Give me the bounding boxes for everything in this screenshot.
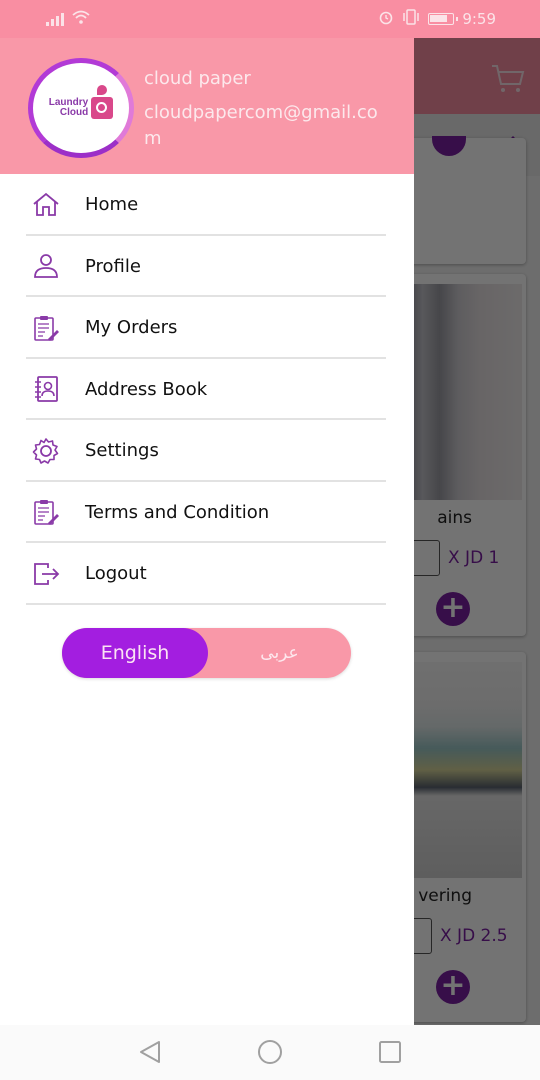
- language-toggle: English عربى: [62, 628, 351, 678]
- drawer-menu: Home Profile My Orders Address Book Sett…: [0, 174, 414, 605]
- menu-item-terms[interactable]: Terms and Condition: [0, 482, 414, 544]
- user-icon: [32, 252, 60, 280]
- signal-icon: [46, 12, 64, 26]
- alarm-icon: [378, 9, 394, 29]
- drop-icon: [97, 85, 107, 95]
- system-nav-bar: [0, 1025, 540, 1080]
- menu-label: Profile: [85, 255, 141, 277]
- menu-label: Home: [85, 194, 139, 216]
- menu-label: Terms and Condition: [85, 501, 270, 523]
- logout-icon: [32, 560, 60, 588]
- recents-icon[interactable]: [377, 1039, 403, 1065]
- language-option-arabic[interactable]: عربى: [208, 628, 351, 678]
- menu-label: My Orders: [85, 317, 178, 339]
- navigation-drawer: Laundry Cloud cloud paper cloudpapercom@…: [0, 38, 414, 1025]
- back-icon[interactable]: [137, 1039, 163, 1065]
- clipboard-icon: [32, 314, 60, 342]
- status-time: 9:59: [462, 10, 496, 28]
- menu-item-profile[interactable]: Profile: [0, 236, 414, 298]
- user-name: cloud paper: [144, 68, 251, 89]
- menu-item-logout[interactable]: Logout: [0, 543, 414, 605]
- logo-line-2: Cloud: [59, 107, 89, 118]
- menu-item-home[interactable]: Home: [0, 174, 414, 236]
- status-bar: 9:59: [0, 0, 540, 38]
- menu-label: Address Book: [85, 378, 208, 400]
- menu-item-settings[interactable]: Settings: [0, 420, 414, 482]
- battery-icon: [428, 13, 459, 25]
- home-circle-icon[interactable]: [257, 1039, 283, 1065]
- vibrate-icon: [402, 9, 420, 29]
- menu-label: Settings: [85, 440, 159, 462]
- gear-icon: [32, 437, 60, 465]
- home-icon: [32, 191, 60, 219]
- wifi-icon: [72, 10, 90, 28]
- language-option-english[interactable]: English: [62, 628, 208, 678]
- avatar[interactable]: Laundry Cloud: [28, 58, 134, 158]
- user-email: cloudpapercom@gmail.com: [144, 102, 378, 149]
- logo-text: Laundry Cloud: [49, 98, 88, 118]
- menu-item-my-orders[interactable]: My Orders: [0, 297, 414, 359]
- drawer-header: Laundry Cloud cloud paper cloudpapercom@…: [0, 38, 414, 174]
- menu-item-address-book[interactable]: Address Book: [0, 359, 414, 421]
- address-book-icon: [32, 375, 60, 403]
- menu-label: Logout: [85, 563, 147, 585]
- clipboard-edit-icon: [32, 498, 60, 526]
- washing-machine-icon: [91, 97, 114, 119]
